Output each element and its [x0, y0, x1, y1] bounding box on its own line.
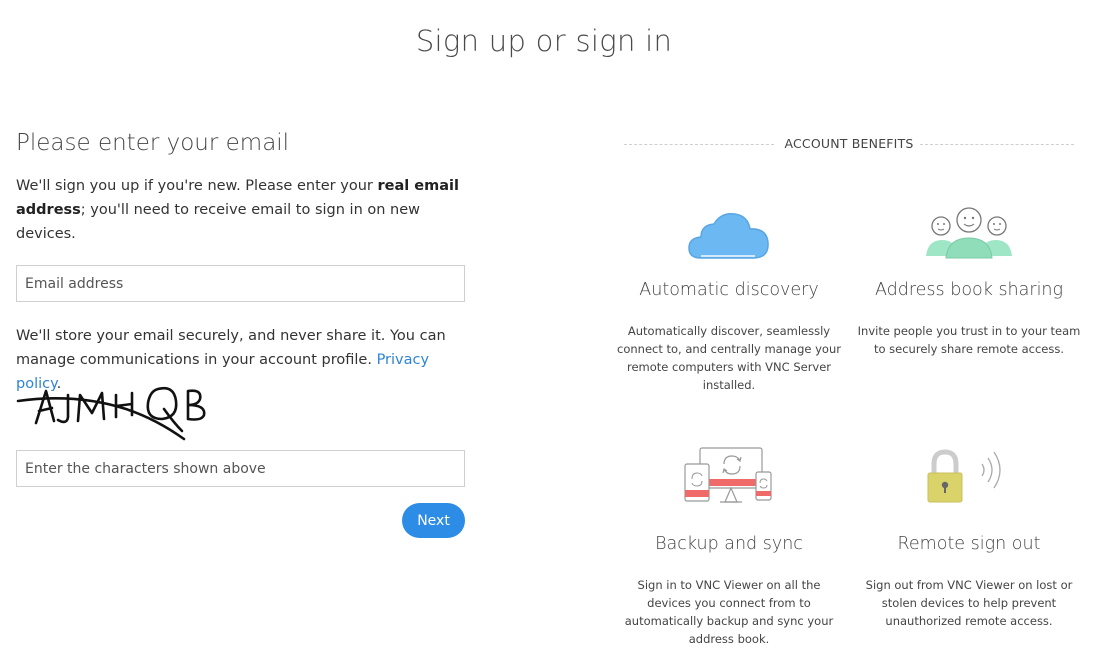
sign-in-page: Sign up or sign in Please enter your ema…	[0, 0, 1114, 651]
benefit-title: Backup and sync	[655, 534, 803, 554]
email-form: Please enter your email We'll sign you u…	[16, 130, 468, 538]
form-heading: Please enter your email	[16, 130, 290, 156]
page-title: Sign up or sign in	[415, 24, 673, 58]
intro-text: We'll sign you up if you're new. Please …	[16, 174, 468, 246]
captcha-image	[16, 375, 206, 451]
padlock-signal-icon	[854, 442, 1084, 504]
benefit-description: Sign in to VNC Viewer on all the devices…	[624, 578, 834, 646]
benefit-address-book-sharing: Address book sharing Invite people you t…	[854, 198, 1084, 358]
benefit-description: Sign out from VNC Viewer on lost or stol…	[865, 578, 1073, 628]
benefit-title: Automatic discovery	[639, 280, 819, 300]
devices-sync-icon	[614, 442, 844, 504]
benefit-description: Invite people you trust in to your team …	[857, 324, 1081, 356]
people-icon	[854, 198, 1084, 260]
benefit-title: Address book sharing	[874, 280, 1064, 300]
next-button[interactable]: Next	[402, 503, 465, 538]
benefit-title: Remote sign out	[897, 534, 1041, 554]
intro-pre: We'll sign you up if you're new. Please …	[16, 178, 378, 194]
email-field[interactable]	[16, 265, 465, 302]
cloud-icon	[614, 198, 844, 260]
benefits-heading: ACCOUNT BENEFITS	[624, 136, 1074, 152]
benefit-remote-sign-out: Remote sign out Sign out from VNC Viewer…	[854, 442, 1084, 630]
benefit-backup-and-sync: Backup and sync Sign in to VNC Viewer on…	[614, 442, 844, 648]
captcha-svg	[16, 386, 206, 441]
benefit-automatic-discovery: Automatic discovery Automatically discov…	[614, 198, 844, 394]
divider-right	[920, 144, 1074, 145]
benefit-description: Automatically discover, seamlessly conne…	[617, 324, 841, 392]
captcha-field[interactable]	[16, 450, 465, 487]
